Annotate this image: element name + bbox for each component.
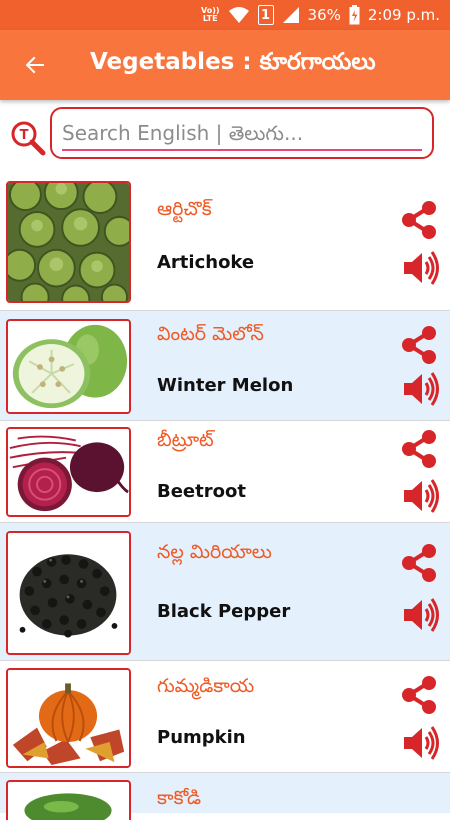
list-item[interactable]: ఆర్టిచొక్ Artichoke [0, 176, 450, 311]
list-item[interactable]: బీట్రూట్ Beetroot [0, 421, 450, 523]
english-name: Beetroot [157, 481, 246, 502]
speaker-icon[interactable] [402, 250, 440, 286]
winter-melon-image [6, 319, 131, 414]
status-bar: Vo)) LTE 1 36% 2:09 p.m. [0, 0, 450, 30]
search-box [50, 107, 434, 159]
pumpkin-image [6, 668, 131, 768]
telugu-name: ఆర్టిచొక్ [157, 198, 212, 220]
search-bar: T [0, 100, 450, 175]
english-name: Black Pepper [157, 601, 291, 622]
speaker-icon[interactable] [402, 371, 440, 407]
share-icon[interactable] [400, 543, 438, 583]
telugu-name: బీట్రూట్ [157, 429, 214, 451]
battery-icon [349, 5, 360, 25]
telugu-name: కాకోడి [157, 787, 202, 809]
english-name: Winter Melon [157, 375, 294, 396]
battery-percentage: 36% [307, 6, 341, 24]
english-name: Pumpkin [157, 727, 246, 748]
back-button[interactable] [0, 30, 70, 100]
vegetable-list: ఆర్టిచొక్ Artichoke వింటర్ మెలోన్ Winter… [0, 176, 450, 820]
share-icon[interactable] [400, 200, 438, 240]
volte-indicator: Vo)) LTE [200, 6, 220, 23]
share-icon[interactable] [400, 325, 438, 365]
telugu-name: నల్ల మిరియాలు [157, 541, 272, 563]
telugu-search-icon[interactable]: T [10, 120, 46, 156]
telugu-name: వింటర్ మెలోన్ [157, 323, 264, 345]
share-icon[interactable] [400, 675, 438, 715]
signal-icon [282, 6, 300, 24]
svg-text:T: T [20, 128, 29, 143]
search-input[interactable] [62, 117, 422, 151]
sim-slot-indicator: 1 [257, 5, 274, 25]
black-pepper-image [6, 531, 131, 655]
speaker-icon[interactable] [402, 478, 440, 514]
arrow-left-icon [25, 56, 44, 74]
app-bar: Vegetables : కూరగాయలు [0, 30, 450, 100]
speaker-icon[interactable] [402, 597, 440, 633]
beetroot-image [6, 427, 131, 517]
page-title: Vegetables : కూరగాయలు [90, 49, 376, 75]
clock: 2:09 p.m. [367, 6, 440, 24]
artichoke-image [6, 181, 131, 303]
list-item[interactable]: కాకోడి [0, 773, 450, 820]
wifi-icon [228, 6, 250, 24]
english-name: Artichoke [157, 252, 255, 273]
telugu-name: గుమ్మడికాయ [157, 675, 255, 697]
speaker-icon[interactable] [402, 725, 440, 761]
list-item[interactable]: నల్ల మిరియాలు Black Pepper [0, 523, 450, 661]
list-item[interactable]: వింటర్ మెలోన్ Winter Melon [0, 311, 450, 421]
share-icon[interactable] [400, 429, 438, 469]
partial-vegetable-image [6, 780, 131, 820]
list-item[interactable]: గుమ్మడికాయ Pumpkin [0, 661, 450, 773]
